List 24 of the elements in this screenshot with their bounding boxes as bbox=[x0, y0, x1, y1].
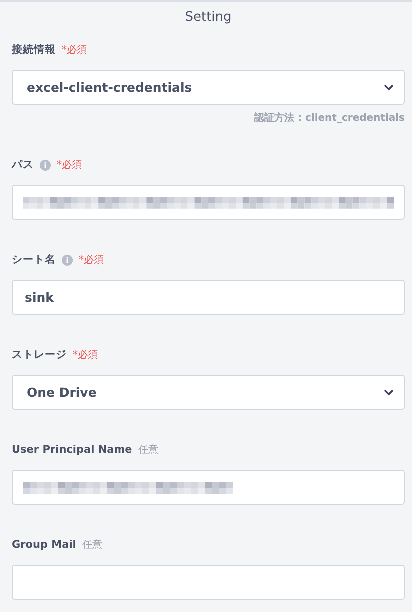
dropdown[interactable]: excel-client-credentials bbox=[12, 70, 405, 105]
input-field[interactable] bbox=[12, 470, 405, 505]
info-icon[interactable] bbox=[40, 160, 51, 170]
required-tag: *必須 bbox=[62, 43, 87, 57]
panel-title: Setting bbox=[184, 9, 233, 27]
field-label: ストレージ bbox=[12, 348, 67, 362]
field-label: Group Mail bbox=[12, 539, 76, 551]
auth-method-text: 認証方法 : client_credentials bbox=[253, 111, 405, 125]
optional-tag: 任意 bbox=[82, 538, 102, 552]
required-tag: *必須 bbox=[73, 348, 98, 362]
field-label: User Principal Name bbox=[12, 444, 132, 456]
field-label: 接続情報 bbox=[12, 43, 56, 57]
chevron-down-icon bbox=[384, 84, 394, 91]
field-label: パス bbox=[12, 158, 34, 172]
field-label: シート名 bbox=[12, 253, 56, 267]
optional-tag: 任意 bbox=[138, 443, 158, 457]
input-field[interactable] bbox=[12, 185, 405, 220]
input-field[interactable] bbox=[12, 565, 405, 600]
chevron-down-icon bbox=[384, 389, 394, 396]
required-tag: *必須 bbox=[57, 158, 82, 172]
required-tag: *必須 bbox=[79, 253, 104, 267]
info-icon[interactable] bbox=[62, 254, 73, 266]
dropdown[interactable]: One Drive bbox=[12, 375, 405, 410]
input-field[interactable]: sink bbox=[12, 280, 405, 315]
